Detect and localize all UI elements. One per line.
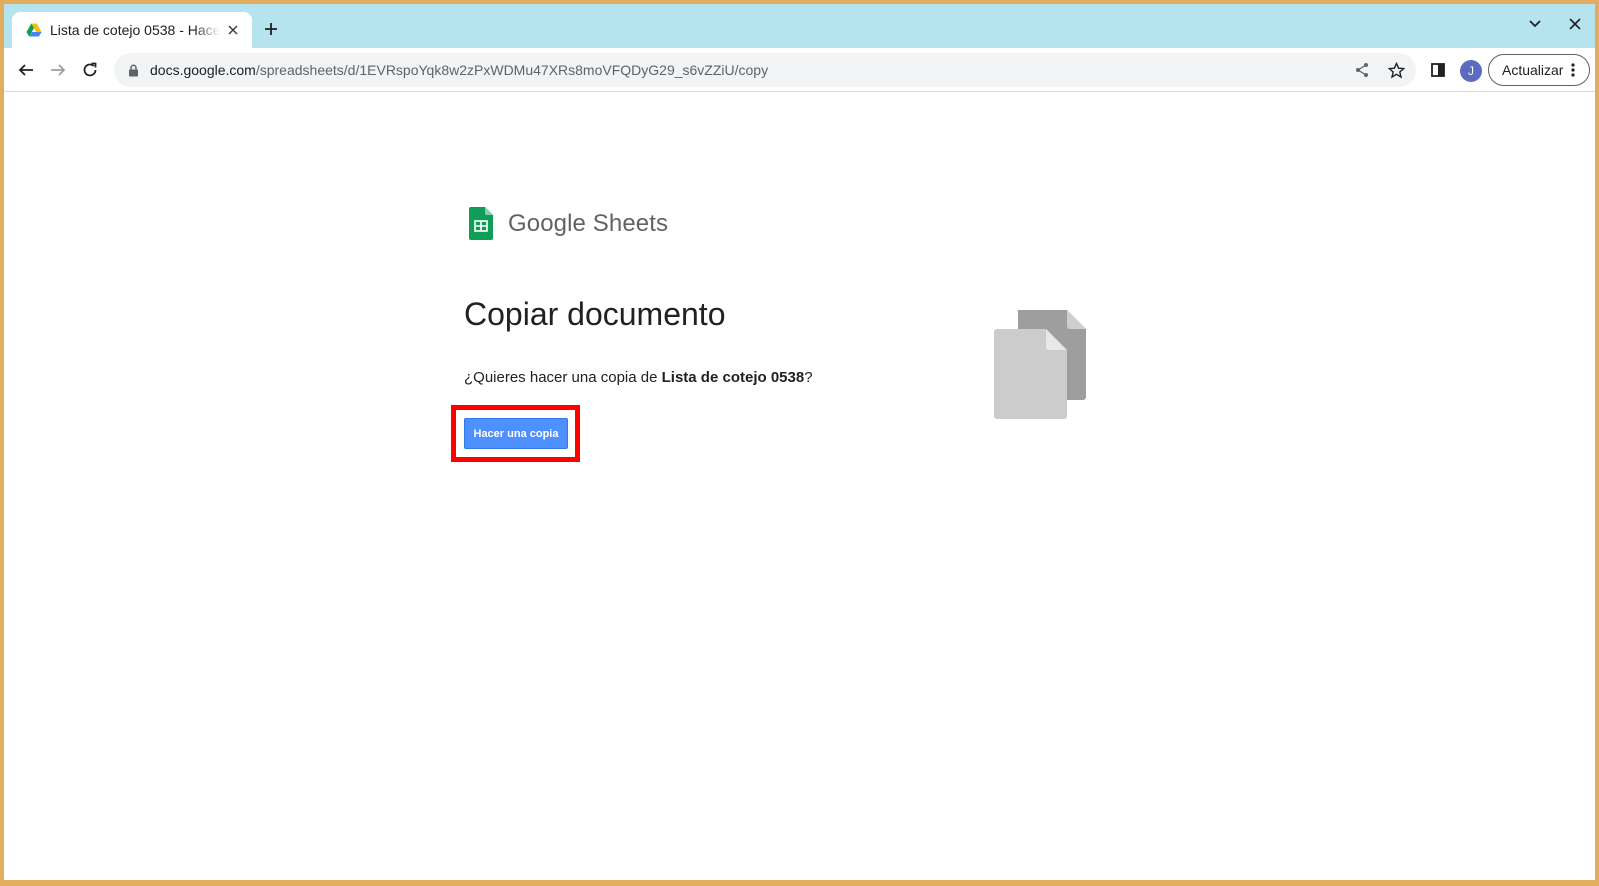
update-button-label: Actualizar bbox=[1502, 62, 1564, 78]
new-tab-icon[interactable] bbox=[260, 18, 282, 40]
tab-strip: Lista de cotejo 0538 - Hacer una copia bbox=[4, 4, 1595, 48]
forward-icon[interactable] bbox=[46, 58, 70, 82]
window-close-icon[interactable] bbox=[1565, 14, 1585, 34]
google-sheets-brand: Google Sheets bbox=[469, 207, 668, 240]
tab-search-chevron-icon[interactable] bbox=[1525, 14, 1545, 34]
tab-title: Lista de cotejo 0538 - Hacer una copia bbox=[50, 22, 220, 38]
copy-question: ¿Quieres hacer una copia de Lista de cot… bbox=[464, 369, 813, 386]
url-text: docs.google.com/spreadsheets/d/1EVRspoYq… bbox=[150, 62, 768, 78]
tab-active[interactable]: Lista de cotejo 0538 - Hacer una copia bbox=[12, 12, 252, 48]
address-bar[interactable]: docs.google.com/spreadsheets/d/1EVRspoYq… bbox=[114, 53, 1416, 87]
question-prefix: ¿Quieres hacer una copia de bbox=[464, 369, 662, 386]
document-name: Lista de cotejo 0538 bbox=[661, 369, 805, 386]
close-tab-icon[interactable] bbox=[224, 21, 242, 39]
side-panel-icon[interactable] bbox=[1428, 60, 1448, 80]
question-suffix: ? bbox=[804, 369, 813, 386]
update-button[interactable]: Actualizar bbox=[1488, 54, 1590, 86]
google-drive-icon bbox=[26, 23, 42, 37]
back-icon[interactable] bbox=[14, 58, 38, 82]
url-path: /spreadsheets/d/1EVRspoYqk8w2zPxWDMu47XR… bbox=[255, 62, 769, 78]
reload-icon[interactable] bbox=[78, 58, 102, 82]
brand-name: Google Sheets bbox=[508, 209, 669, 237]
browser-window: Lista de cotejo 0538 - Hacer una copia bbox=[4, 4, 1595, 880]
copy-documents-icon bbox=[994, 310, 1086, 419]
make-copy-button[interactable]: Hacer una copia bbox=[464, 418, 568, 449]
bookmark-star-icon[interactable] bbox=[1386, 60, 1406, 80]
page-title: Copiar documento bbox=[464, 296, 726, 332]
browser-toolbar: docs.google.com/spreadsheets/d/1EVRspoYq… bbox=[4, 48, 1595, 92]
share-icon[interactable] bbox=[1352, 60, 1372, 80]
url-domain: docs.google.com bbox=[150, 62, 256, 78]
google-sheets-logo-icon bbox=[469, 207, 493, 240]
page-content: Google Sheets Copiar documento ¿Quieres … bbox=[4, 93, 1595, 880]
lock-icon[interactable] bbox=[126, 63, 140, 77]
profile-avatar[interactable]: J bbox=[1460, 60, 1482, 82]
menu-dots-icon[interactable] bbox=[1565, 62, 1581, 78]
